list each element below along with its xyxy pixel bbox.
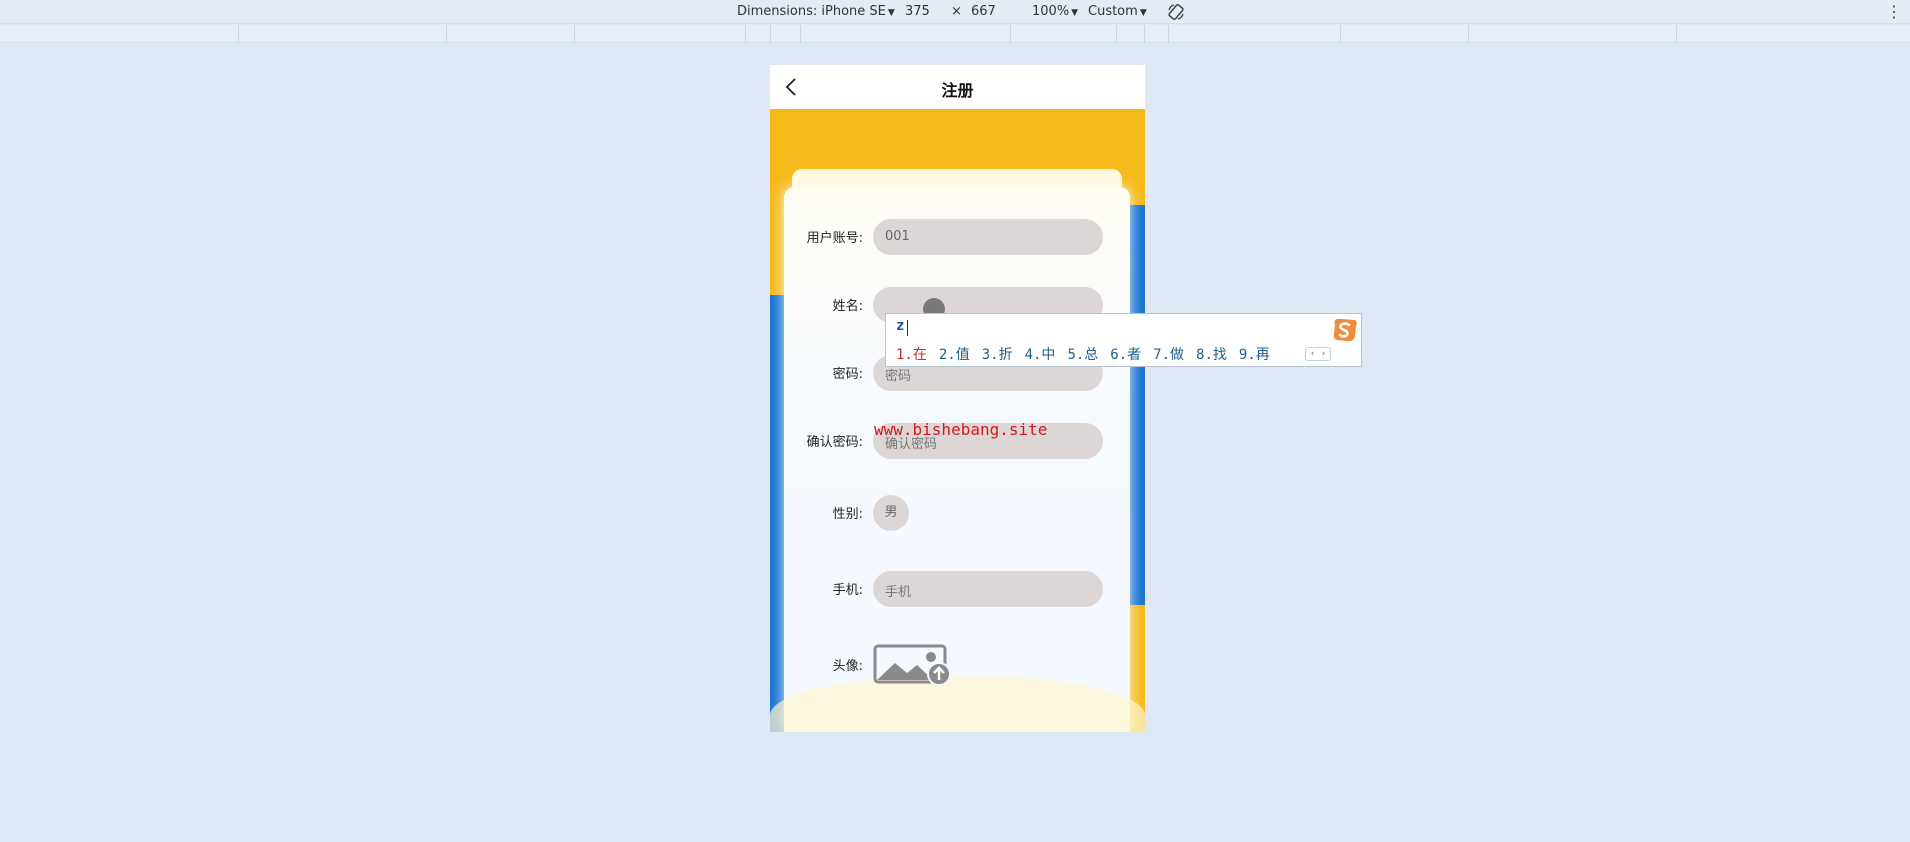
form-row-account: 用户账号: 001 <box>770 217 1145 257</box>
zoom-select[interactable]: 100% ▼ <box>1032 4 1078 19</box>
width-input[interactable]: 375 <box>905 4 930 19</box>
devtools-device-toolbar: Dimensions: iPhone SE ▼ 375 × 667 100% ▼ C… <box>0 0 1910 24</box>
throttle-select[interactable]: Custom ▼ <box>1088 4 1147 19</box>
avatar-label: 头像: <box>832 659 863 674</box>
ime-candidate[interactable]: 5.总 <box>1067 347 1098 363</box>
text-caret <box>907 320 908 336</box>
caret-down-icon: ▼ <box>1139 8 1147 18</box>
ime-composition: z <box>896 318 905 334</box>
ime-candidate-window: z 1.在 2.值 3.折 4.中 5.总 6.者 7.做 8.找 9.再 ‹ › <box>885 313 1362 367</box>
form-row-avatar: 头像: <box>770 643 1145 685</box>
ime-candidate[interactable]: 2.值 <box>939 347 970 363</box>
ime-candidate[interactable]: 3.折 <box>982 347 1013 363</box>
gender-label: 性别: <box>832 507 863 522</box>
ime-candidate-list: 1.在 2.值 3.折 4.中 5.总 6.者 7.做 8.找 9.再 <box>896 344 1282 364</box>
more-vertical-icon[interactable]: ⋮ <box>1886 2 1902 21</box>
ime-candidate[interactable]: 4.中 <box>1025 347 1056 363</box>
device-select[interactable]: Dimensions: iPhone SE ▼ <box>737 4 895 19</box>
ime-page-arrows[interactable]: ‹ › <box>1305 347 1331 361</box>
caret-down-icon: ▼ <box>887 8 895 18</box>
nav-bar: 注册 <box>770 65 1145 109</box>
rotate-icon[interactable] <box>1166 2 1186 22</box>
phone-label: 手机: <box>832 583 863 598</box>
account-label: 用户账号: <box>806 231 863 246</box>
phone-viewport: 注册 用户账号: 001 姓名: 密码: 密码 确认密码: 确认密码 性别: 男… <box>770 65 1145 732</box>
password-label: 密码: <box>832 367 863 382</box>
sogou-logo-icon[interactable] <box>1331 316 1359 344</box>
ime-candidate[interactable]: 1.在 <box>896 347 927 363</box>
form-row-phone: 手机: 手机 <box>770 569 1145 609</box>
ime-candidate[interactable]: 8.找 <box>1196 347 1227 363</box>
ime-candidate[interactable]: 6.者 <box>1110 347 1141 363</box>
height-input[interactable]: 667 <box>971 4 996 19</box>
form-row-gender: 性别: 男 <box>770 495 1145 535</box>
account-input[interactable]: 001 <box>873 219 1103 255</box>
caret-down-icon: ▼ <box>1071 8 1079 18</box>
page-title: 注册 <box>941 81 974 100</box>
image-upload-icon[interactable] <box>873 643 951 685</box>
gender-select[interactable]: 男 <box>873 495 909 531</box>
watermark: www.bishebang.site <box>874 420 1048 439</box>
ime-candidate[interactable]: 7.做 <box>1153 347 1184 363</box>
media-query-ruler <box>0 25 1910 43</box>
ime-candidate[interactable]: 9.再 <box>1239 347 1270 363</box>
dimension-separator: × <box>951 4 962 19</box>
confirm-password-label: 确认密码: <box>806 435 863 450</box>
background-stripe-right <box>1129 205 1145 605</box>
phone-input[interactable]: 手机 <box>873 571 1103 607</box>
name-label: 姓名: <box>832 299 863 314</box>
